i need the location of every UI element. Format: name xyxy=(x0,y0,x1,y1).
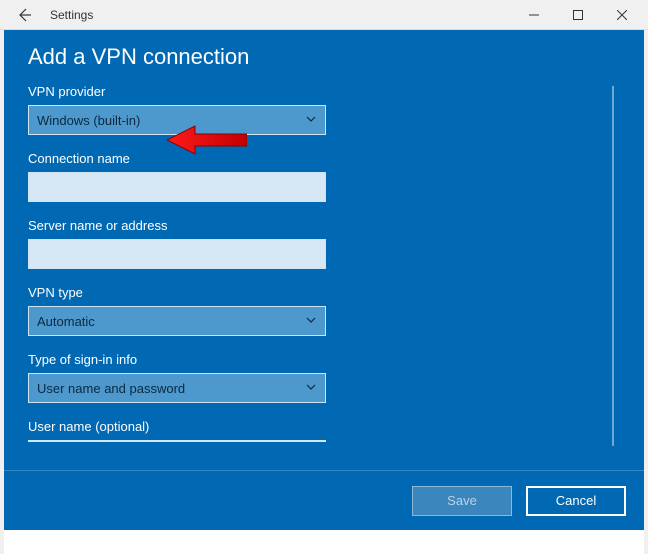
signin-type-value: User name and password xyxy=(37,381,185,396)
chevron-down-icon xyxy=(305,314,317,329)
minimize-button[interactable] xyxy=(512,1,556,29)
field-signin-type: Type of sign-in info User name and passw… xyxy=(28,352,368,403)
window-controls xyxy=(512,1,644,29)
scrollbar[interactable] xyxy=(612,86,614,446)
vpn-panel: Add a VPN connection VPN provider Window… xyxy=(4,30,644,530)
server-address-input[interactable] xyxy=(28,239,326,269)
signin-type-dropdown[interactable]: User name and password xyxy=(28,373,326,403)
vpn-type-value: Automatic xyxy=(37,314,95,329)
bottom-strip xyxy=(4,530,644,554)
label-server-address: Server name or address xyxy=(28,218,368,233)
field-connection-name: Connection name xyxy=(28,151,368,202)
close-button[interactable] xyxy=(600,1,644,29)
label-connection-name: Connection name xyxy=(28,151,368,166)
cancel-button[interactable]: Cancel xyxy=(526,486,626,516)
save-button[interactable]: Save xyxy=(412,486,512,516)
chevron-down-icon xyxy=(305,113,317,128)
chevron-down-icon xyxy=(305,381,317,396)
footer: Save Cancel xyxy=(4,470,644,530)
maximize-button[interactable] xyxy=(556,1,600,29)
vpn-type-dropdown[interactable]: Automatic xyxy=(28,306,326,336)
arrow-left-icon xyxy=(16,7,32,23)
field-vpn-type: VPN type Automatic xyxy=(28,285,368,336)
label-signin-type: Type of sign-in info xyxy=(28,352,368,367)
back-button[interactable] xyxy=(4,1,44,29)
connection-name-input[interactable] xyxy=(28,172,326,202)
username-input[interactable] xyxy=(28,440,326,442)
vpn-provider-value: Windows (built-in) xyxy=(37,113,140,128)
field-vpn-provider: VPN provider Windows (built-in) xyxy=(28,84,368,135)
window-title: Settings xyxy=(50,8,512,22)
field-username: User name (optional) xyxy=(28,419,368,442)
label-vpn-type: VPN type xyxy=(28,285,368,300)
label-username: User name (optional) xyxy=(28,419,368,434)
vpn-provider-dropdown[interactable]: Windows (built-in) xyxy=(28,105,326,135)
titlebar: Settings xyxy=(0,0,648,30)
page-title: Add a VPN connection xyxy=(28,44,620,70)
label-vpn-provider: VPN provider xyxy=(28,84,368,99)
form-area: VPN provider Windows (built-in) Connecti… xyxy=(28,84,620,470)
field-server-address: Server name or address xyxy=(28,218,368,269)
